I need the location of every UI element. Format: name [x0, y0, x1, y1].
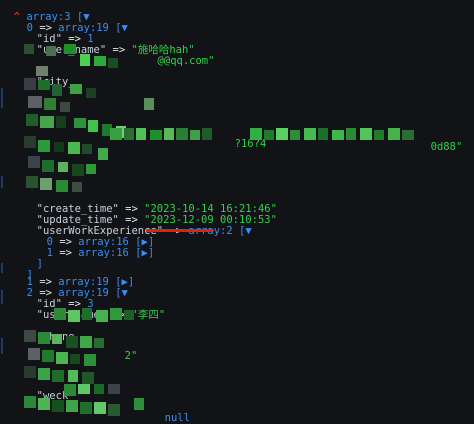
toggle-expand-button[interactable]: [▶]: [135, 247, 154, 259]
field-id-row: "id" => 3: [24, 288, 94, 310]
dump-root-row: ^ array:3 [▼: [1, 1, 90, 23]
field-update-time-row: "update_time" => "2023-12-09 00:10:53": [24, 204, 277, 226]
field-value: null: [164, 412, 190, 424]
redaction-mosaic-1: [24, 44, 174, 194]
toggle-collapse-button[interactable]: [▼: [115, 22, 128, 34]
item-index: 1: [46, 247, 53, 259]
redaction-mosaic-2: [110, 126, 460, 142]
field-id-row: "id" => 1: [24, 23, 94, 45]
experience-close-bracket: ]: [24, 248, 43, 270]
redaction-mosaic-3: [24, 308, 154, 420]
array-item-0-row: 0 => array:19 [▼: [14, 12, 128, 34]
toggle-collapse-button[interactable]: [▼: [115, 287, 128, 299]
field-null-fragment: null: [152, 402, 190, 424]
gutter: [0, 0, 4, 421]
red-underline-annotation: [146, 229, 214, 232]
experience-item-0-row: 0 => array:16 [▶]: [34, 226, 155, 248]
arrow: =>: [59, 247, 72, 259]
field-value: 0d88": [430, 141, 463, 153]
field-create-time-row: "create_time" => "2023-10-14 16:21:46": [24, 193, 277, 215]
toggle-collapse-button[interactable]: [▼: [239, 225, 252, 237]
array-item-2-row: 2 => array:19 [▼: [14, 277, 128, 299]
field-user-work-experience-row: "userWorkExperience" => array:2 [▼: [24, 215, 252, 237]
array-type-label: array:16: [78, 247, 129, 259]
array-item-1-row: 1 => array:19 [▶]: [14, 266, 135, 288]
experience-item-1-row: 1 => array:16 [▶]: [34, 237, 155, 259]
